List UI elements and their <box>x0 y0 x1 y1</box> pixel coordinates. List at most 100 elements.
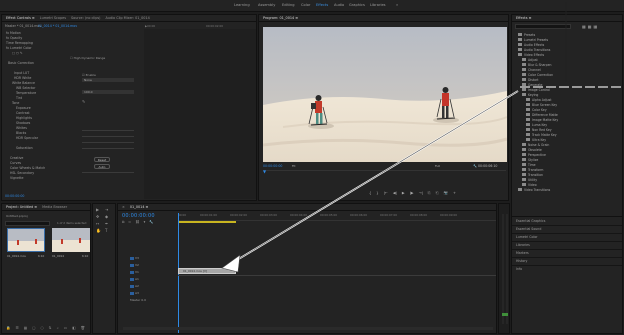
workspace-audio[interactable]: Audio <box>334 3 344 7</box>
project-search-input[interactable] <box>5 221 50 226</box>
icon-view-icon[interactable]: ▦ <box>24 326 27 330</box>
zoom-slider-icon[interactable]: ○ <box>41 326 44 330</box>
program-video-frame[interactable] <box>263 27 507 162</box>
project-thumb-clip[interactable] <box>7 228 45 252</box>
effects-search-input[interactable] <box>515 24 571 29</box>
tab-project[interactable]: Project: Untitled ≡ <box>6 205 37 209</box>
master-volume[interactable]: 0.0 <box>141 298 146 302</box>
lift-icon[interactable]: ⎘ <box>428 191 431 195</box>
slip-tool-icon[interactable]: ↔ <box>96 222 99 226</box>
hdr-white-value[interactable]: 100.0 <box>82 90 134 94</box>
pen-tool-icon[interactable]: ✒ <box>105 222 108 226</box>
extract-icon[interactable]: ⎗ <box>436 191 439 195</box>
timeline-clip-v1[interactable]: 01_0014.mov [V] <box>178 268 236 274</box>
effect-item[interactable]: Video Transitions <box>516 187 622 192</box>
tab-audio-clip-mixer[interactable]: Audio Clip Mixer: 01_0014 <box>105 16 149 20</box>
tab-effect-controls[interactable]: Effect Controls ≡ <box>6 16 35 20</box>
razor-tool-icon[interactable]: ◆ <box>105 215 108 219</box>
mark-in-icon[interactable]: { <box>369 191 371 195</box>
panel-markers[interactable]: Markers <box>512 250 622 256</box>
go-to-out-icon[interactable]: →| <box>419 191 423 195</box>
playhead-icon[interactable]: ▼ <box>263 169 266 174</box>
effects-panel-title[interactable]: Effects ≡ <box>516 16 531 20</box>
workspace-libraries[interactable]: Libraries <box>370 3 386 7</box>
panel-info[interactable]: Info <box>512 266 622 272</box>
effects-filter-icons[interactable]: ▦▦▦ <box>582 24 599 29</box>
panel-lumetri-color[interactable]: Lumetri Color <box>512 234 622 240</box>
wrench-icon[interactable]: 🔧 <box>473 164 477 168</box>
timeline-settings-icon[interactable]: 🔧 <box>149 220 153 224</box>
timeline-scrollbar[interactable] <box>123 327 493 330</box>
slider-line[interactable] <box>82 130 134 131</box>
program-scrub-bar[interactable] <box>263 170 506 174</box>
resolution-full[interactable]: Full <box>435 164 440 168</box>
vignette-row[interactable]: Vignette <box>2 175 142 181</box>
ripple-edit-tool-icon[interactable]: ✥ <box>96 215 99 219</box>
mark-out-icon[interactable]: } <box>376 191 378 195</box>
reset-button[interactable]: Reset <box>94 157 110 162</box>
input-lut-dropdown[interactable]: None <box>82 78 134 82</box>
timeline-ruler[interactable]: 00:00 00:00:01:00 00:00:02:00 00:00:03:0… <box>178 213 496 221</box>
lock-icon[interactable]: 🔒 <box>6 326 10 330</box>
track-a3[interactable]: A3 <box>130 290 176 296</box>
timeline-timecode[interactable]: 00:00:00:00 <box>122 213 155 219</box>
enable-checkbox[interactable]: ☑ Enable <box>82 73 96 77</box>
freeform-view-icon[interactable]: ▢ <box>32 326 35 330</box>
saturation-slider[interactable] <box>82 172 134 173</box>
panel-libraries[interactable]: Libraries <box>512 242 622 248</box>
track-a1[interactable]: A1 <box>130 276 176 282</box>
sequence-clip-label[interactable]: 01_0014 * 01_0014.mov <box>38 24 77 28</box>
work-area-bar[interactable] <box>178 221 236 223</box>
workspace-learning[interactable]: Learning <box>234 3 250 7</box>
workspace-color[interactable]: Color <box>301 3 310 7</box>
project-thumb-sequence[interactable] <box>52 228 90 252</box>
trash-icon[interactable]: 🗑 <box>81 326 86 330</box>
tab-sequence[interactable]: 01_0014 ≡ <box>130 205 149 209</box>
add-button-icon[interactable]: + <box>453 191 456 195</box>
basic-correction-row[interactable]: Basic Correction <box>2 60 142 66</box>
new-item-icon[interactable]: ◧ <box>72 326 75 330</box>
workspace-assembly[interactable]: Assembly <box>258 3 275 7</box>
close-icon[interactable]: × <box>122 205 125 209</box>
eyedropper-icon[interactable]: ✎ <box>82 100 85 104</box>
track-v2[interactable]: V2 <box>130 262 176 268</box>
new-bin-icon[interactable]: ▭ <box>64 326 67 330</box>
step-forward-icon[interactable]: |▶ <box>410 191 414 195</box>
auto-button[interactable]: Auto <box>94 164 110 169</box>
add-marker-icon[interactable]: ▾ <box>144 220 146 224</box>
zoom-fit[interactable]: Fit <box>292 164 296 168</box>
sort-icon[interactable]: ⇅ <box>49 326 52 330</box>
slider-line[interactable] <box>82 148 134 149</box>
panel-history[interactable]: History <box>512 258 622 264</box>
selection-tool-icon[interactable]: ▶ <box>96 208 99 212</box>
find-icon[interactable]: ⌕ <box>57 326 59 330</box>
track-select-tool-icon[interactable]: ⇥ <box>105 208 108 212</box>
workspace-editing[interactable]: Editing <box>282 3 295 7</box>
track-a2[interactable]: A2 <box>130 283 176 289</box>
snap-icon[interactable]: ⊂ <box>128 220 131 224</box>
track-v1[interactable]: V1 <box>130 269 176 275</box>
workspace-effects[interactable]: Effects <box>316 3 328 7</box>
export-frame-icon[interactable]: 📷 <box>444 191 448 195</box>
high-dynamic-range-label[interactable]: ☐ High Dynamic Range <box>70 56 105 60</box>
slider-line[interactable] <box>82 136 134 137</box>
go-to-in-icon[interactable]: |← <box>384 191 388 195</box>
step-back-icon[interactable]: ◀| <box>393 191 397 195</box>
program-monitor-title[interactable]: Program: 01_0014 ≡ <box>263 16 298 20</box>
ec-timeline-area[interactable] <box>144 29 256 199</box>
workspace-graphics[interactable]: Graphics <box>349 3 365 7</box>
slider-line[interactable] <box>82 142 134 143</box>
tab-lumetri-scopes[interactable]: Lumetri Scopes <box>40 16 66 20</box>
list-view-icon[interactable]: ☰ <box>15 326 18 330</box>
panel-essential-sound[interactable]: Essential Sound <box>512 226 622 232</box>
nest-icon[interactable]: ⧉ <box>122 220 124 224</box>
track-master[interactable]: Master 0.0 <box>130 297 176 303</box>
track-v3[interactable]: V3 <box>130 255 176 261</box>
tab-media-browser[interactable]: Media Browser <box>42 205 67 209</box>
hand-tool-icon[interactable]: ✋ <box>96 229 101 233</box>
tab-source[interactable]: Source: (no clips) <box>71 16 100 20</box>
play-icon[interactable]: ▶ <box>402 191 405 195</box>
workspace-overflow[interactable]: » <box>396 3 398 7</box>
type-tool-icon[interactable]: T <box>105 229 107 233</box>
linked-selection-icon[interactable]: ⛓ <box>135 220 139 224</box>
